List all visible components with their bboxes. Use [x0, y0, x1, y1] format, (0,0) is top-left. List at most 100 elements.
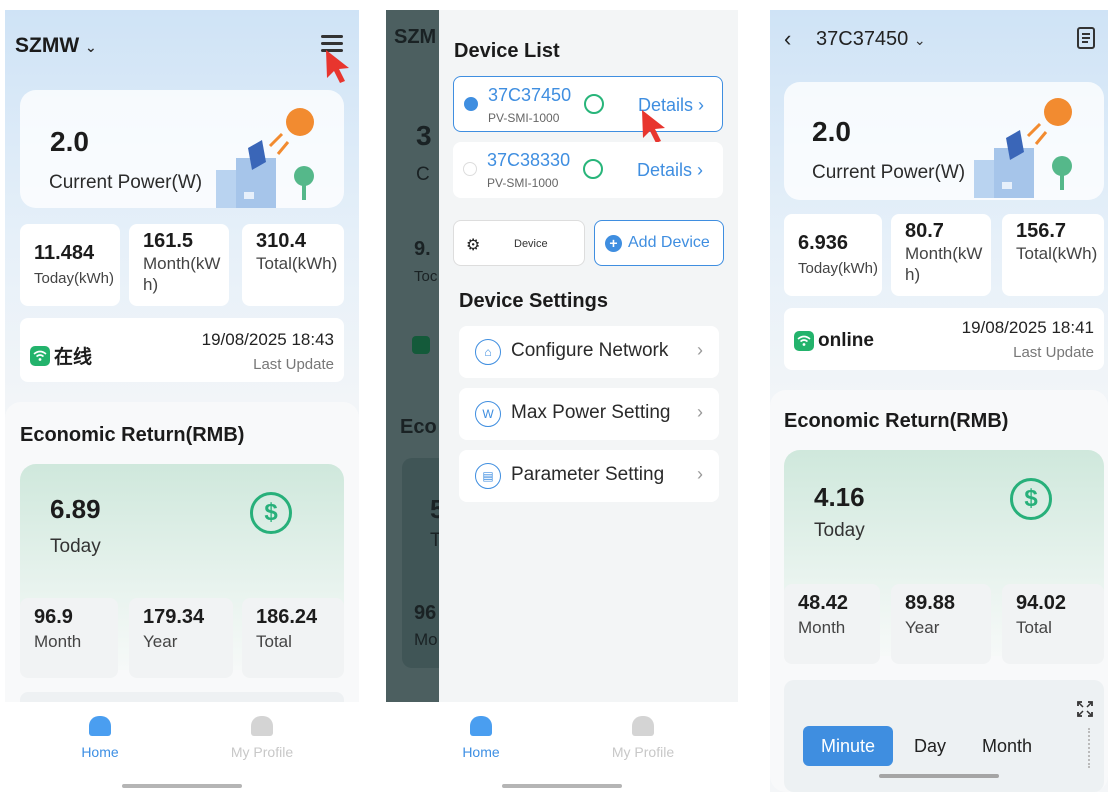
device-button-label: Device — [514, 238, 548, 250]
stat-label: Total(kWh) — [1016, 244, 1098, 263]
device-detail-screen: ‹ 37C37450 ⌄ 2.0 Current Power(W) 6.936 … — [770, 10, 1108, 792]
home-indicator — [122, 784, 242, 788]
behind-wifi-icon — [412, 336, 430, 354]
behind-power: 3 — [416, 120, 432, 151]
radio-unchecked-icon[interactable] — [463, 162, 477, 176]
segment-day[interactable]: Day — [914, 736, 946, 757]
device-selector[interactable]: 37C37450 ⌄ — [816, 28, 926, 51]
economic-title: Economic Return(RMB) — [784, 410, 1009, 432]
econ-value: 89.88 — [905, 592, 956, 614]
wifi-icon — [30, 345, 50, 366]
details-label: Details — [637, 160, 693, 180]
wifi-icon: ⌂ — [475, 339, 501, 365]
device-id: 37C37450 — [488, 85, 572, 105]
stat-label: Today(kWh) — [798, 260, 879, 277]
device-item[interactable]: 37C38330 PV-SMI-1000 Details › — [453, 142, 723, 198]
details-link[interactable]: Details › — [637, 160, 703, 181]
stat-label: Month(kWh) — [905, 244, 983, 284]
parameter-icon: ▤ — [475, 463, 501, 489]
stat-month: 161.5 Month(kWh) — [129, 224, 229, 306]
wifi-icon — [584, 94, 604, 114]
economic-section: Economic Return(RMB) 6.89 Today $ 96.9 M… — [5, 402, 359, 722]
nav-profile[interactable]: My Profile — [212, 716, 312, 760]
behind-month-value: 96 — [414, 602, 437, 624]
stat-value: 80.7 — [905, 220, 944, 242]
stat-label: Today(kWh) — [34, 270, 115, 287]
segment-month[interactable]: Month — [982, 736, 1032, 757]
segment-minute[interactable]: Minute — [803, 726, 893, 766]
wifi-icon — [794, 331, 814, 351]
plant-selector[interactable]: SZMW ⌄ — [15, 34, 97, 58]
chevron-right-icon: › — [698, 95, 705, 115]
setting-max-power[interactable]: W Max Power Setting › — [459, 388, 719, 440]
device-id: 37C38330 — [487, 150, 571, 170]
econ-month: 96.9 Month — [20, 598, 118, 678]
chevron-right-icon: › — [697, 402, 703, 422]
stat-label: Total(kWh) — [256, 254, 338, 273]
device-item[interactable]: 37C37450 PV-SMI-1000 Details › — [453, 76, 723, 132]
home-indicator — [879, 774, 999, 778]
nav-profile-label: My Profile — [611, 744, 675, 760]
solar-house-illustration — [974, 98, 1072, 198]
current-power-label: Current Power(W) — [812, 162, 966, 183]
add-device-label: Add Device — [628, 234, 710, 251]
stat-month: 80.7 Month(kWh) — [891, 214, 991, 296]
device-drawer: Device List 37C37450 PV-SMI-1000 Details… — [439, 10, 738, 702]
wifi-icon — [583, 159, 603, 179]
plant-name: SZMW — [15, 34, 80, 57]
econ-value: 186.24 — [256, 606, 318, 628]
device-id: 37C37450 — [816, 28, 909, 50]
device-button[interactable]: ⚙ Device — [453, 220, 585, 266]
setting-configure-network[interactable]: ⌂ Configure Network › — [459, 326, 719, 378]
person-icon — [251, 716, 273, 736]
behind-power-label: C — [416, 164, 430, 185]
stat-value: 161.5 — [143, 230, 194, 252]
radio-checked-icon[interactable] — [464, 97, 478, 111]
add-device-button[interactable]: + Add Device — [594, 220, 724, 266]
stat-today: 11.484 Today(kWh) — [20, 224, 120, 306]
stat-today: 6.936 Today(kWh) — [784, 214, 882, 296]
plus-icon: + — [605, 235, 622, 252]
home-icon — [89, 716, 111, 736]
last-update-time: 19/08/2025 18:41 — [961, 318, 1094, 337]
expand-icon[interactable] — [1076, 700, 1094, 718]
document-icon[interactable] — [1076, 26, 1096, 50]
econ-value: 94.02 — [1016, 592, 1067, 614]
current-power-value: 2.0 — [50, 126, 89, 157]
bottom-nav: Home My Profile — [5, 702, 359, 792]
stat-value: 6.936 — [798, 232, 849, 254]
scroll-indicator — [1088, 728, 1090, 768]
status-card: 在线 19/08/2025 18:43 Last Update — [20, 318, 344, 382]
nav-home-label: Home — [81, 744, 119, 760]
nav-home[interactable]: Home — [50, 716, 150, 760]
cursor-icon — [326, 50, 349, 83]
back-arrow-icon[interactable]: ‹ — [784, 26, 791, 52]
chevron-down-icon: ⌄ — [913, 32, 926, 48]
econ-label: Month — [34, 632, 82, 651]
chevron-right-icon: › — [697, 464, 703, 484]
behind-title: SZM — [394, 26, 437, 48]
dimmed-background[interactable]: SZM 3 C 9. Toc Eco 5 T 96 Mo — [386, 10, 439, 702]
behind-stat-label: Toc — [414, 268, 438, 285]
w-icon: W — [475, 401, 501, 427]
nav-home[interactable]: Home — [431, 716, 531, 760]
econ-month: 48.42 Month — [784, 584, 880, 664]
current-power-value: 2.0 — [812, 116, 851, 147]
home-screen: SZMW ⌄ 2.0 Current Power(W) 11.484 Today… — [5, 10, 359, 792]
econ-label: Month — [798, 618, 846, 637]
setting-parameter[interactable]: ▤ Parameter Setting › — [459, 450, 719, 502]
current-power-card: 2.0 Current Power(W) — [20, 90, 344, 208]
stat-label: Month(kWh) — [143, 254, 221, 294]
cursor-icon — [642, 110, 665, 143]
current-power-card: 2.0 Current Power(W) — [784, 82, 1104, 200]
chevron-right-icon: › — [697, 340, 703, 360]
stat-total: 156.7 Total(kWh) — [1002, 214, 1104, 296]
status-text: 在线 — [54, 347, 93, 368]
device-model: PV-SMI-1000 — [487, 176, 559, 190]
chevron-down-icon: ⌄ — [85, 39, 97, 55]
device-list-title: Device List — [454, 40, 560, 62]
behind-econ-label: T — [430, 530, 439, 551]
econ-label: Year — [905, 618, 940, 637]
nav-profile[interactable]: My Profile — [593, 716, 693, 760]
setting-label: Configure Network — [511, 340, 669, 361]
